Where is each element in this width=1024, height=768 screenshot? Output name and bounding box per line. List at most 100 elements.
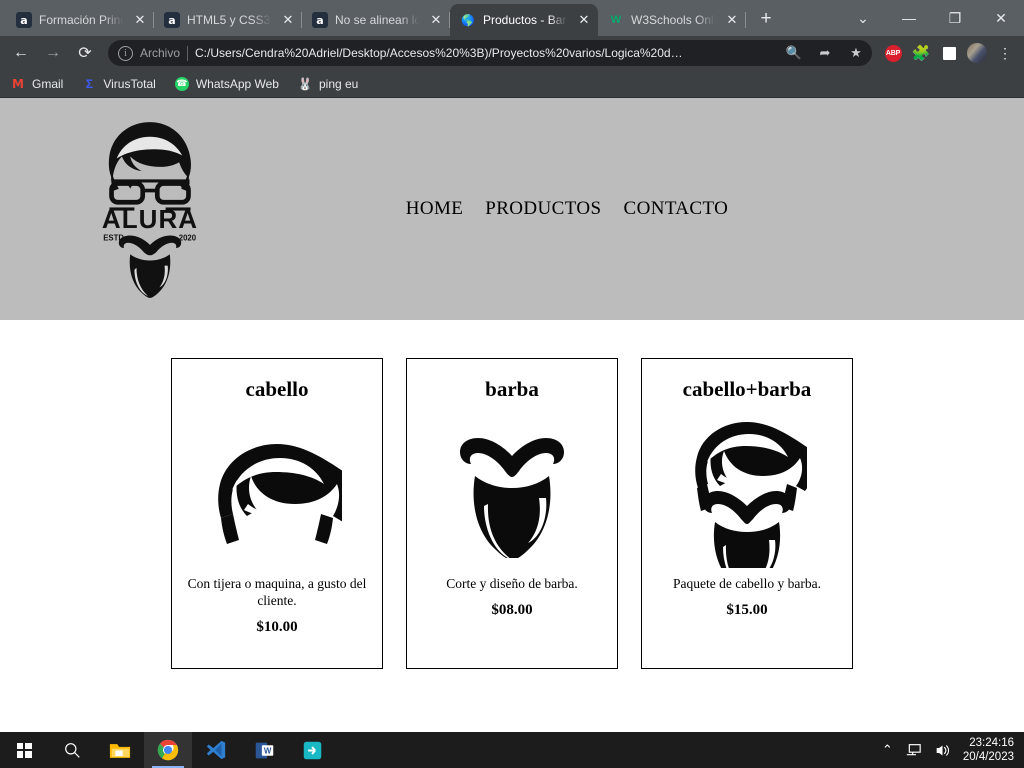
- chrome-taskbar-button[interactable]: [144, 732, 192, 768]
- bookmark-virustotal[interactable]: Σ VirusTotal: [81, 76, 156, 92]
- folder-icon: [109, 743, 131, 758]
- site-logo: ALURA ESTD 2020: [0, 118, 300, 300]
- product-price: $10.00: [256, 618, 298, 635]
- amazon-a-icon: a: [16, 12, 32, 28]
- hair-beard-icon: [687, 418, 807, 568]
- bookmark-label: WhatsApp Web: [195, 76, 279, 91]
- search-button[interactable]: [48, 732, 96, 768]
- side-panel-icon[interactable]: [936, 40, 962, 66]
- browser-tab[interactable]: a HTML5 y CSS3 p ✕: [154, 4, 302, 36]
- tab-title: Productos - Barb: [483, 13, 569, 27]
- whatsapp-icon: ☎: [174, 76, 190, 92]
- start-button[interactable]: [0, 732, 48, 768]
- gmail-icon: M: [12, 76, 24, 91]
- vscode-logo-icon: [206, 740, 226, 760]
- site-info-icon[interactable]: i: [118, 45, 133, 61]
- magnifier-icon: [64, 742, 80, 758]
- nav-item-productos[interactable]: PRODUCTOS: [485, 198, 601, 220]
- clock-time: 23:24:16: [969, 736, 1014, 749]
- product-description: Paquete de cabello y barba.: [672, 576, 822, 591]
- site-navigation: HOME PRODUCTOS CONTACTO: [300, 198, 964, 220]
- tab-close-icon[interactable]: ✕: [132, 12, 148, 28]
- close-window-button[interactable]: ✕: [978, 0, 1024, 36]
- vscode-taskbar-button[interactable]: [192, 732, 240, 768]
- bookmark-label: ping eu: [318, 76, 359, 91]
- adblock-plus-icon[interactable]: ABP: [880, 40, 906, 66]
- tab-search-icon[interactable]: ⌄: [840, 0, 886, 36]
- file-explorer-button[interactable]: [96, 732, 144, 768]
- product-description: Corte y diseño de barba.: [446, 576, 578, 591]
- search-icon[interactable]: 🔍: [782, 45, 806, 61]
- maximize-button[interactable]: ❐: [932, 0, 978, 36]
- share-icon[interactable]: ➦: [813, 45, 837, 61]
- alura-barber-logo-icon: ALURA ESTD 2020: [102, 122, 198, 298]
- tab-title: HTML5 y CSS3 p: [187, 13, 273, 27]
- w3schools-icon: W: [610, 14, 622, 26]
- product-price: $08.00: [491, 601, 533, 618]
- globe-icon: 🌎: [461, 14, 475, 27]
- minimize-button[interactable]: —: [886, 0, 932, 36]
- beard-icon: [457, 418, 567, 568]
- windows-logo-icon: [16, 742, 32, 758]
- page-viewport: ALURA ESTD 2020 HOME PRODUCTOS CONTACTO: [0, 98, 1024, 732]
- tab-close-icon[interactable]: ✕: [576, 12, 592, 28]
- nav-item-home[interactable]: HOME: [406, 198, 464, 220]
- tab-title: Formación Princ: [39, 13, 125, 27]
- chrome-menu-icon[interactable]: ⋮: [992, 40, 1018, 66]
- product-card[interactable]: cabello Con tijera o maquina, a gusto de…: [171, 358, 383, 669]
- browser-window: a Formación Princ ✕ a HTML5 y CSS3 p ✕ a…: [0, 0, 1024, 732]
- browser-tab-active[interactable]: 🌎 Productos - Barb ✕: [450, 4, 598, 36]
- word-taskbar-button[interactable]: W: [240, 732, 288, 768]
- tab-title: No se alinean lo: [335, 13, 421, 27]
- browser-tab[interactable]: a Formación Princ ✕: [6, 4, 154, 36]
- bookmark-label: VirusTotal: [103, 76, 156, 91]
- product-description: Con tijera o maquina, a gusto del client…: [187, 576, 367, 608]
- forward-button[interactable]: →: [38, 39, 68, 67]
- product-title: cabello+barba: [682, 377, 812, 401]
- product-title: cabello: [245, 377, 309, 401]
- svg-text:ALURA: ALURA: [102, 204, 198, 234]
- bookmarks-bar: M Gmail Σ VirusTotal ☎ WhatsApp Web 🐰 pi…: [0, 70, 1024, 98]
- amazon-a-icon: a: [164, 12, 180, 28]
- network-icon[interactable]: [905, 743, 922, 758]
- windows-taskbar: W ⌃ 23:24:16 20/4/2023: [0, 732, 1024, 768]
- tab-close-icon[interactable]: ✕: [724, 12, 740, 28]
- tab-close-icon[interactable]: ✕: [280, 12, 296, 28]
- amazon-a-icon: a: [312, 12, 328, 28]
- site-header: ALURA ESTD 2020 HOME PRODUCTOS CONTACTO: [0, 98, 1024, 320]
- teal-arrow-icon: [303, 741, 321, 759]
- url-scheme-label: Archivo: [140, 46, 181, 60]
- tab-close-icon[interactable]: ✕: [428, 12, 444, 28]
- bookmark-label: Gmail: [32, 76, 64, 91]
- svg-text:W: W: [263, 746, 271, 755]
- new-tab-button[interactable]: +: [752, 5, 780, 33]
- product-title: barba: [485, 377, 539, 401]
- tray-overflow-icon[interactable]: ⌃: [882, 742, 893, 758]
- bookmark-whatsapp[interactable]: ☎ WhatsApp Web: [174, 76, 279, 92]
- product-price: $15.00: [726, 601, 768, 618]
- extensions-icon[interactable]: 🧩: [908, 40, 934, 66]
- address-bar[interactable]: i Archivo C:/Users/Cendra%20Adriel/Deskt…: [108, 40, 872, 66]
- profile-avatar[interactable]: [964, 40, 990, 66]
- taskbar-clock[interactable]: 23:24:16 20/4/2023: [963, 736, 1014, 765]
- word-logo-icon: W: [255, 742, 273, 758]
- nav-item-contacto[interactable]: CONTACTO: [624, 198, 729, 220]
- bookmark-gmail[interactable]: M Gmail: [10, 76, 63, 92]
- url-text[interactable]: C:/Users/Cendra%20Adriel/Desktop/Accesos…: [195, 46, 775, 60]
- product-card[interactable]: barba Corte y diseño de barba. $08.00: [406, 358, 618, 669]
- volume-icon[interactable]: [934, 743, 951, 758]
- clock-date: 20/4/2023: [962, 751, 1014, 763]
- product-card[interactable]: cabello+barba Paquete de cabello y barba…: [641, 358, 853, 669]
- browser-tab[interactable]: a No se alinean lo ✕: [302, 4, 450, 36]
- reload-button[interactable]: ⟳: [70, 39, 100, 67]
- back-button[interactable]: ←: [6, 39, 36, 67]
- bookmark-ping-eu[interactable]: 🐰 ping eu: [297, 76, 359, 92]
- browser-tab[interactable]: W W3Schools Onlin ✕: [598, 4, 746, 36]
- virustotal-icon: Σ: [85, 76, 93, 91]
- bookmark-star-icon[interactable]: ★: [844, 45, 868, 61]
- tab-title: W3Schools Onlin: [631, 13, 717, 27]
- window-controls: ⌄ — ❐ ✕: [840, 0, 1024, 36]
- hair-icon: [212, 418, 342, 568]
- teal-app-taskbar-button[interactable]: [288, 732, 336, 768]
- browser-toolbar: ← → ⟳ i Archivo C:/Users/Cendra%20Adriel…: [0, 36, 1024, 70]
